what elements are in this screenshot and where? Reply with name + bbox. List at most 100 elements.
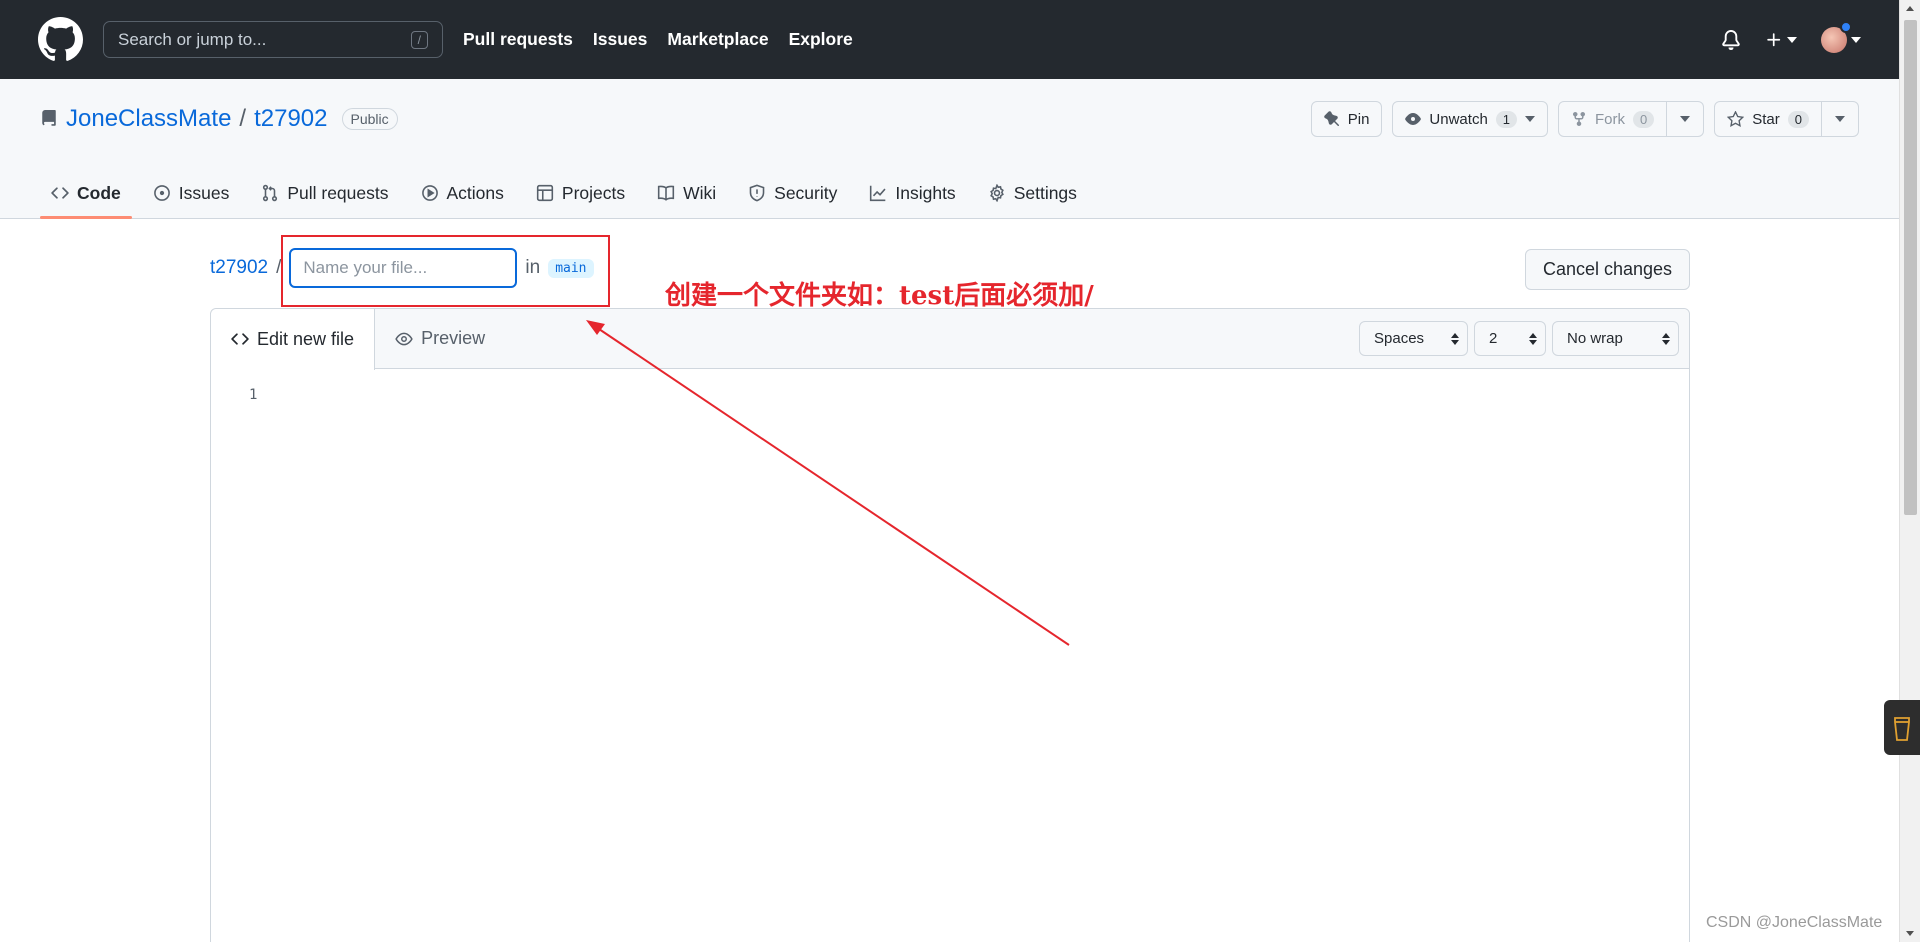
- indent-mode-select[interactable]: Spaces: [1359, 321, 1468, 356]
- star-label: Star: [1752, 110, 1780, 128]
- repo-header: JoneClassMate / t27902 Public Pin Unwatc…: [0, 79, 1899, 219]
- file-editor: Edit new file Preview Spaces 2 No wrap 1: [210, 308, 1690, 942]
- graph-icon: [870, 185, 886, 202]
- scroll-down-arrow-icon[interactable]: [1906, 931, 1914, 936]
- plus-icon: [1767, 32, 1781, 46]
- star-button[interactable]: Star 0: [1714, 101, 1822, 137]
- nav-pull-requests[interactable]: Pull requests: [463, 29, 573, 50]
- gear-icon: [989, 184, 1004, 202]
- search-placeholder: Search or jump to...: [118, 29, 267, 49]
- book-icon: [658, 185, 675, 201]
- code-icon: [51, 187, 69, 199]
- visibility-badge: Public: [341, 108, 398, 130]
- repo-name-link[interactable]: t27902: [254, 105, 327, 133]
- tab-projects[interactable]: Projects: [525, 167, 636, 219]
- global-search-input[interactable]: Search or jump to... /: [103, 21, 443, 58]
- pin-icon: [1323, 111, 1339, 127]
- tab-label: Preview: [421, 328, 486, 348]
- watch-label: Unwatch: [1429, 110, 1488, 128]
- select-arrows-icon: [1662, 332, 1670, 345]
- breadcrumb-repo-link[interactable]: t27902: [210, 257, 268, 279]
- tab-code[interactable]: Code: [40, 167, 132, 219]
- nav-issues[interactable]: Issues: [593, 29, 647, 50]
- tab-actions[interactable]: Actions: [410, 167, 515, 219]
- eye-icon: [395, 332, 413, 345]
- tab-label: Insights: [895, 182, 956, 203]
- tab-pull-requests[interactable]: Pull requests: [250, 167, 399, 219]
- tab-label: Code: [77, 182, 121, 203]
- indent-size-select[interactable]: 2: [1474, 321, 1546, 356]
- indent-size-value: 2: [1489, 330, 1498, 347]
- tab-edit-new-file[interactable]: Edit new file: [211, 308, 376, 370]
- header-right: [1721, 0, 1861, 79]
- tab-preview[interactable]: Preview: [375, 309, 505, 369]
- fork-count: 0: [1633, 110, 1655, 128]
- editor-options: Spaces 2 No wrap: [1359, 321, 1679, 356]
- watch-count: 1: [1495, 110, 1518, 128]
- tab-label: Issues: [178, 182, 230, 203]
- search-shortcut-key: /: [410, 30, 428, 49]
- scroll-up-arrow-icon[interactable]: [1906, 6, 1914, 11]
- tab-label: Pull requests: [287, 182, 389, 203]
- select-arrows-icon: [1451, 332, 1459, 345]
- editor-toolbar: Edit new file Preview Spaces 2 No wrap: [211, 308, 1689, 370]
- tab-label: Settings: [1013, 182, 1077, 203]
- tab-label: Edit new file: [257, 328, 355, 349]
- chevron-down-icon: [1835, 116, 1845, 122]
- create-new-menu[interactable]: [1765, 31, 1797, 49]
- chevron-down-icon: [1525, 116, 1536, 122]
- fork-icon: [1573, 112, 1586, 127]
- tab-security[interactable]: Security: [737, 167, 848, 219]
- nav-marketplace[interactable]: Marketplace: [667, 29, 768, 50]
- wrap-mode-value: No wrap: [1567, 330, 1623, 347]
- fork-button-group: Fork 0: [1558, 101, 1705, 137]
- tab-label: Projects: [561, 182, 626, 203]
- pin-button[interactable]: Pin: [1310, 101, 1383, 137]
- github-logo-icon[interactable]: [38, 17, 83, 62]
- chevron-down-icon: [1851, 36, 1861, 43]
- watch-button[interactable]: Unwatch 1: [1392, 101, 1549, 137]
- annotation-text: 创建一个文件夹如：test后面必须加/: [665, 281, 1094, 311]
- annotation-highlight-box: [281, 235, 610, 307]
- fork-dropdown-button[interactable]: [1667, 101, 1705, 137]
- repo-icon: [42, 110, 56, 126]
- repo-actions: Pin Unwatch 1 Fork 0 Star 0: [1310, 101, 1859, 137]
- tab-issues[interactable]: Issues: [142, 167, 241, 219]
- tab-label: Actions: [446, 182, 504, 203]
- star-icon: [1727, 110, 1745, 127]
- tab-insights[interactable]: Insights: [858, 167, 966, 219]
- fork-button[interactable]: Fork 0: [1558, 101, 1668, 137]
- code-icon: [231, 333, 249, 345]
- bell-icon[interactable]: [1721, 29, 1741, 50]
- star-button-group: Star 0: [1714, 101, 1859, 137]
- line-number: 1: [249, 387, 258, 403]
- scroll-thumb[interactable]: [1904, 20, 1917, 515]
- indent-mode-value: Spaces: [1374, 330, 1425, 347]
- page-scrollbar[interactable]: [1899, 0, 1920, 942]
- fork-label: Fork: [1595, 110, 1626, 128]
- tab-wiki[interactable]: Wiki: [646, 167, 727, 219]
- nav-explore[interactable]: Explore: [789, 29, 853, 50]
- eye-icon: [1405, 113, 1422, 125]
- shield-icon: [749, 184, 765, 202]
- cup-icon: [1894, 716, 1910, 741]
- repo-separator: /: [239, 105, 247, 132]
- issue-icon: [153, 185, 170, 201]
- table-icon: [536, 184, 553, 202]
- chevron-down-icon: [1787, 36, 1797, 43]
- star-dropdown-button[interactable]: [1822, 101, 1859, 137]
- chevron-down-icon: [1680, 116, 1691, 122]
- user-menu[interactable]: [1821, 20, 1861, 53]
- pin-label: Pin: [1347, 110, 1370, 128]
- repo-title: JoneClassMate / t27902 Public: [40, 105, 398, 133]
- repo-owner-link[interactable]: JoneClassMate: [66, 105, 231, 133]
- cancel-changes-button[interactable]: Cancel changes: [1525, 249, 1690, 290]
- tab-settings[interactable]: Settings: [977, 167, 1088, 219]
- wrap-mode-select[interactable]: No wrap: [1552, 321, 1679, 356]
- global-header: Search or jump to... / Pull requests Iss…: [0, 0, 1899, 79]
- star-count: 0: [1787, 110, 1809, 128]
- tab-label: Security: [774, 182, 838, 203]
- watermark: CSDN @JoneClassMate: [1706, 914, 1883, 931]
- floating-side-widget[interactable]: [1884, 700, 1920, 755]
- repo-nav: Code Issues Pull requests Actions Projec…: [40, 167, 1098, 219]
